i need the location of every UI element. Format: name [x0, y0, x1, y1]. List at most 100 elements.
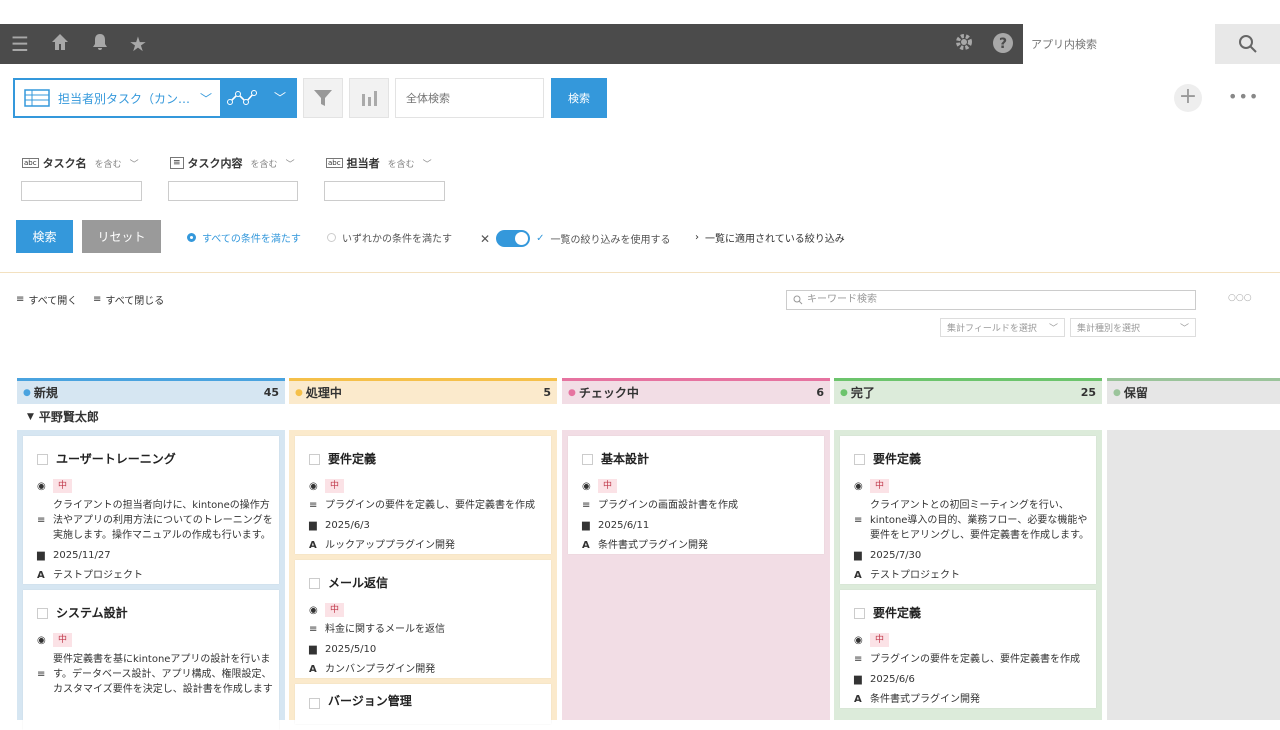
app-search-input[interactable]	[1023, 24, 1215, 64]
filter-input-task-name[interactable]	[21, 181, 142, 201]
filter-reset-button[interactable]: リセット	[82, 220, 161, 253]
task-card[interactable]: 要件定義 ◉ 中 ≡ プラグインの要件を定義し、要件定義書を作成 ▆ 2025/6/6…	[840, 590, 1096, 708]
svg-text:?: ?	[999, 36, 1007, 52]
target-icon: ◉	[309, 481, 318, 492]
text-a-icon: A	[309, 664, 317, 675]
text-a-icon: A	[854, 694, 862, 705]
global-header: ☰ ★ ?	[0, 24, 1280, 64]
column-body-new: ユーザートレーニング ◉ 中 ≡ クライアントの担当者向けに、kintoneの操作方…	[17, 430, 285, 730]
close-icon: ✕	[480, 231, 491, 246]
card-checkbox[interactable]	[309, 698, 320, 709]
funnel-icon	[314, 90, 332, 106]
search-icon	[1238, 35, 1257, 53]
card-checkbox[interactable]	[582, 454, 593, 465]
applied-filter-link[interactable]: › 一覧に適用されている絞り込み	[695, 230, 845, 245]
toggle-switch[interactable]	[496, 230, 531, 247]
text-lines-icon: ≡	[309, 624, 318, 635]
global-search-input[interactable]	[395, 78, 544, 118]
bell-icon[interactable]	[88, 32, 112, 56]
task-card[interactable]: 要件定義 ◉ 中 ≡ クライアントとの初回ミーティングを行い、kintone導入の目…	[840, 436, 1096, 584]
text-a-icon: A	[309, 540, 317, 551]
divider	[0, 272, 1280, 273]
chart-button[interactable]	[349, 78, 389, 118]
hamburger-menu-icon[interactable]: ☰	[8, 32, 32, 56]
kanban-more-icon[interactable]: ○○○	[1228, 293, 1252, 303]
column-body-in-progress: 要件定義 ◉ 中 ≡ プラグインの要件を定義し、要件定義書を作成 ▆ 2025/6/3…	[289, 430, 557, 724]
global-search-button[interactable]: 検索	[551, 78, 607, 118]
filter-label-task-content: ≡ タスク内容 を含む ﹀	[170, 155, 295, 171]
target-icon: ◉	[854, 481, 863, 492]
column-header-checking[interactable]: ● チェック中 6	[562, 378, 830, 404]
card-checkbox[interactable]	[37, 454, 48, 465]
column-header-new[interactable]: ● 新規 45	[17, 378, 285, 404]
bar-chart-icon	[362, 91, 377, 106]
collapse-all-link[interactable]: ≡ すべて閉じる	[93, 292, 164, 307]
filter-search-button[interactable]: 検索	[16, 220, 73, 253]
radio-match-all[interactable]: すべての条件を満たす	[187, 230, 301, 245]
filter-button[interactable]	[303, 78, 343, 118]
text-a-icon: A	[37, 570, 45, 581]
text-lines-icon: ≡	[309, 500, 318, 511]
radio-match-any[interactable]: いずれかの条件を満たす	[327, 230, 452, 245]
view-selector[interactable]: 担当者別タスク（カン… ﹀ ﹀	[13, 78, 297, 118]
target-icon: ◉	[582, 481, 591, 492]
list-icon: ≡	[16, 294, 25, 305]
card-checkbox[interactable]	[309, 578, 320, 589]
graph-icon[interactable]	[227, 88, 263, 108]
task-card[interactable]: システム設計 ◉ 中 ≡ 要件定義書を基にkintoneアプリの設計を行います。デー…	[23, 590, 279, 730]
text-lines-icon: ≡	[37, 669, 46, 680]
home-icon[interactable]	[48, 32, 72, 56]
text-lines-icon: ≡	[582, 500, 591, 511]
target-icon: ◉	[309, 605, 318, 616]
column-body-on-hold	[1107, 430, 1280, 720]
list-icon: ≡	[93, 294, 102, 305]
multiline-field-icon: ≡	[170, 157, 184, 169]
text-field-icon: abc	[326, 158, 343, 168]
target-icon: ◉	[37, 481, 46, 492]
chevron-right-icon: ›	[695, 232, 699, 243]
view-selector-label: 担当者別タスク（カン…	[58, 91, 191, 106]
card-checkbox[interactable]	[309, 454, 320, 465]
agg-field-select[interactable]: 集計フィールドを選択 ﹀	[940, 318, 1065, 337]
column-header-on-hold[interactable]: ● 保留	[1107, 378, 1280, 404]
text-a-icon: A	[854, 570, 862, 581]
target-icon: ◉	[854, 635, 863, 646]
gear-icon[interactable]	[952, 32, 976, 56]
calendar-icon: ▆	[309, 520, 317, 531]
task-card[interactable]: バージョン管理	[295, 684, 551, 724]
more-options-icon[interactable]: •••	[1228, 87, 1259, 106]
help-icon[interactable]: ?	[991, 32, 1015, 56]
chevron-down-icon: ﹀	[200, 91, 213, 106]
calendar-icon: ▆	[854, 550, 862, 561]
list-filter-toggle[interactable]: ✕ ✓ 一覧の絞り込みを使用する	[480, 230, 670, 247]
star-icon[interactable]: ★	[126, 32, 150, 56]
filter-label-task-name: abc タスク名 を含む ﹀	[22, 157, 139, 170]
filter-input-assignee[interactable]	[324, 181, 445, 201]
card-checkbox[interactable]	[854, 608, 865, 619]
expand-all-link[interactable]: ≡ すべて開く	[16, 292, 77, 307]
text-field-icon: abc	[22, 158, 39, 168]
group-header[interactable]: ▼ 平野賢太郎	[27, 408, 99, 425]
card-checkbox[interactable]	[854, 454, 865, 465]
task-card[interactable]: メール返信 ◉ 中 ≡ 料金に関するメールを返信 ▆ 2025/5/10 A カンバンプ…	[295, 560, 551, 678]
check-icon: ✓	[536, 233, 545, 244]
column-header-in-progress[interactable]: ● 処理中 5	[289, 378, 557, 404]
task-card[interactable]: 基本設計 ◉ 中 ≡ プラグインの画面設計書を作成 ▆ 2025/6/11 A 条件書式…	[568, 436, 824, 554]
target-icon: ◉	[37, 635, 46, 646]
card-checkbox[interactable]	[37, 608, 48, 619]
keyword-search-input[interactable]: キーワード検索	[786, 290, 1196, 310]
text-lines-icon: ≡	[854, 654, 863, 665]
filter-input-task-content[interactable]	[168, 181, 298, 201]
add-record-button[interactable]: +	[1174, 84, 1202, 112]
calendar-icon: ▆	[854, 674, 862, 685]
agg-type-select[interactable]: 集計種別を選択 ﹀	[1070, 318, 1196, 337]
table-icon	[24, 89, 50, 107]
column-header-done[interactable]: ● 完了 25	[834, 378, 1102, 404]
task-card[interactable]: ユーザートレーニング ◉ 中 ≡ クライアントの担当者向けに、kintoneの操作方…	[23, 436, 279, 584]
filter-label-assignee: abc 担当者 を含む ﹀	[326, 157, 432, 170]
graph-chevron-icon[interactable]: ﹀	[274, 89, 286, 106]
app-search-button[interactable]	[1215, 24, 1280, 64]
text-lines-icon: ≡	[854, 515, 863, 526]
search-icon	[793, 295, 803, 305]
task-card[interactable]: 要件定義 ◉ 中 ≡ プラグインの要件を定義し、要件定義書を作成 ▆ 2025/6/3…	[295, 436, 551, 554]
